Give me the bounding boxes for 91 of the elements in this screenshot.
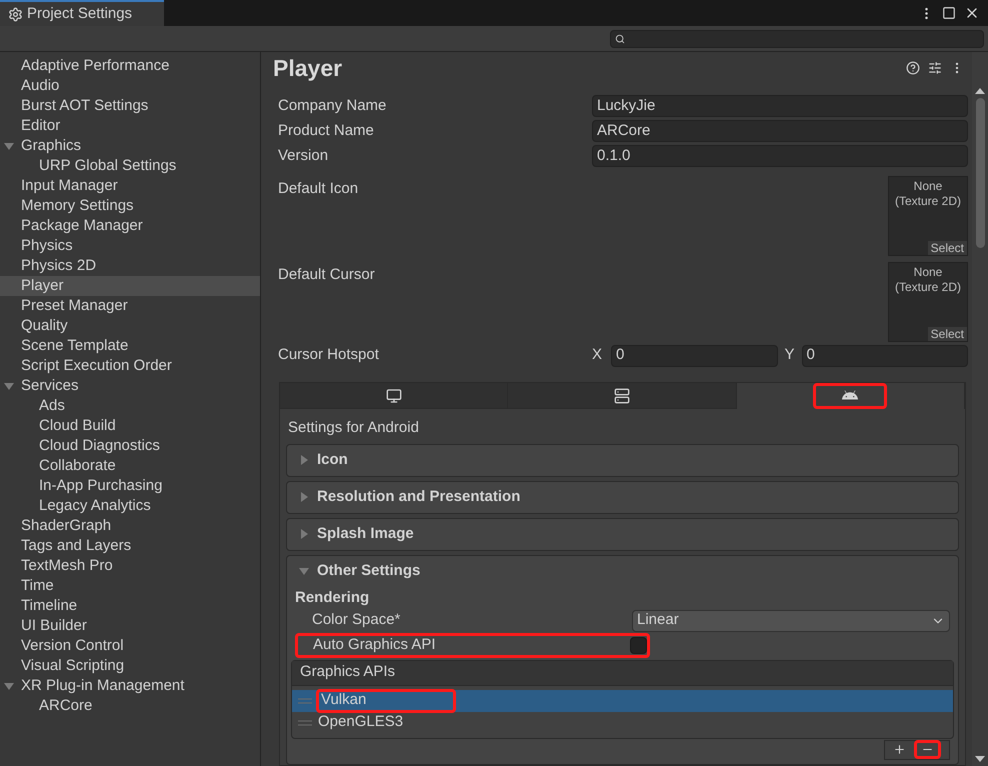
sidebar-item[interactable]: Cloud Build: [0, 416, 260, 436]
slot-value: None (Texture 2D): [894, 265, 962, 295]
field-label: Color Space*: [312, 610, 402, 630]
scroll-down-icon[interactable]: [975, 756, 985, 762]
gear-icon: [8, 6, 23, 22]
select-button[interactable]: Select: [928, 327, 967, 341]
expanded-arrow-icon[interactable]: [4, 141, 14, 151]
window-tab[interactable]: Project Settings: [0, 0, 164, 26]
sidebar-item[interactable]: Physics: [0, 236, 260, 256]
sidebar-item[interactable]: Adaptive Performance: [0, 56, 260, 76]
texture-slot[interactable]: None (Texture 2D) Select: [888, 176, 968, 256]
checkbox[interactable]: [630, 636, 647, 654]
select-button[interactable]: Select: [928, 241, 967, 255]
section-header[interactable]: Resolution and Presentation: [287, 482, 958, 512]
sidebar-item[interactable]: ARCore: [0, 696, 260, 716]
text-field[interactable]: 0.1.0: [592, 145, 968, 167]
sidebar-item[interactable]: Preset Manager: [0, 296, 260, 316]
sidebar-item[interactable]: Cloud Diagnostics: [0, 436, 260, 456]
drag-handle-icon[interactable]: [298, 720, 312, 726]
add-icon[interactable]: [893, 743, 906, 756]
sidebar-item[interactable]: Scene Template: [0, 336, 260, 356]
sidebar-item[interactable]: Collaborate: [0, 456, 260, 476]
sidebar-item[interactable]: Player: [0, 276, 260, 296]
number-field[interactable]: 0: [611, 344, 778, 366]
scrollbar[interactable]: [972, 52, 988, 766]
drag-handle-icon[interactable]: [298, 698, 312, 704]
section-header[interactable]: Splash Image: [287, 518, 958, 550]
sidebar-item[interactable]: Tags and Layers: [0, 536, 260, 556]
sidebar-item[interactable]: Input Manager: [0, 176, 260, 196]
sidebar-item[interactable]: Version Control: [0, 636, 260, 656]
sidebar-item[interactable]: ShaderGraph: [0, 516, 260, 536]
axis-label: X: [592, 345, 604, 366]
field-label: Default Cursor: [278, 265, 375, 285]
window-title: Project Settings: [27, 4, 132, 24]
collapsed-arrow-icon[interactable]: [299, 492, 309, 502]
field-label: Version: [278, 146, 330, 166]
sidebar-item[interactable]: Burst AOT Settings: [0, 96, 260, 116]
sidebar-item[interactable]: TextMesh Pro: [0, 556, 260, 576]
number-field[interactable]: 0: [802, 344, 968, 366]
list-item[interactable]: OpenGLES3: [292, 712, 953, 734]
dropdown[interactable]: Linear: [632, 610, 950, 632]
platform-heading: Settings for Android: [287, 418, 420, 438]
sidebar-item[interactable]: In-App Purchasing: [0, 476, 260, 496]
collapsed-arrow-icon[interactable]: [299, 529, 309, 539]
monitor-icon: [386, 388, 402, 404]
sidebar-item[interactable]: Ads: [0, 396, 260, 416]
sidebar-item[interactable]: UI Builder: [0, 616, 260, 636]
sidebar-item[interactable]: URP Global Settings: [0, 156, 260, 176]
search-field[interactable]: [610, 30, 984, 48]
sidebar-item[interactable]: XR Plug-in Management: [0, 676, 260, 696]
section-header[interactable]: Other Settings: [287, 556, 958, 586]
sidebar-item[interactable]: Package Manager: [0, 216, 260, 236]
expanded-arrow-icon[interactable]: [299, 566, 309, 576]
sidebar-item[interactable]: Services: [0, 376, 260, 396]
group-heading: Rendering: [295, 588, 370, 608]
server-icon: [614, 388, 630, 404]
panel-title: Player: [273, 54, 342, 83]
list-header: Graphics APIs: [292, 660, 953, 686]
field-label: Default Icon: [278, 179, 358, 199]
list-item[interactable]: Vulkan: [292, 690, 953, 712]
sidebar-item[interactable]: Graphics: [0, 136, 260, 156]
search-icon: [615, 34, 625, 44]
sidebar-item[interactable]: Audio: [0, 76, 260, 96]
sidebar-item[interactable]: Time: [0, 576, 260, 596]
scroll-up-icon[interactable]: [975, 88, 985, 94]
slot-value: None (Texture 2D): [894, 179, 962, 209]
sidebar-item[interactable]: Visual Scripting: [0, 656, 260, 676]
sidebar-item[interactable]: Timeline: [0, 596, 260, 616]
text-field[interactable]: LuckyJie: [592, 95, 968, 117]
axis-label: Y: [783, 345, 796, 366]
expanded-arrow-icon[interactable]: [4, 681, 14, 691]
sidebar-item[interactable]: Physics 2D: [0, 256, 260, 276]
collapsed-arrow-icon[interactable]: [299, 455, 309, 465]
maximize-icon[interactable]: [942, 6, 956, 20]
field-label: Company Name: [278, 96, 388, 116]
help-icon[interactable]: [906, 61, 920, 75]
sidebar-item[interactable]: Editor: [0, 116, 260, 136]
expanded-arrow-icon[interactable]: [4, 381, 14, 391]
scroll-thumb[interactable]: [976, 98, 984, 248]
platform-tab[interactable]: [736, 383, 965, 409]
text-field[interactable]: ARCore: [592, 120, 968, 142]
sidebar-item[interactable]: Script Execution Order: [0, 356, 260, 376]
section-header[interactable]: Icon: [287, 444, 958, 476]
field-label: Product Name: [278, 120, 375, 141]
field-label: Cursor Hotspot: [278, 345, 380, 366]
sidebar-item[interactable]: Legacy Analytics: [0, 496, 260, 516]
texture-slot[interactable]: None (Texture 2D) Select: [888, 262, 968, 342]
sliders-icon[interactable]: [928, 61, 942, 75]
field-label: Auto Graphics API: [313, 634, 437, 655]
sidebar-item[interactable]: Memory Settings: [0, 196, 260, 216]
sidebar-item[interactable]: Quality: [0, 316, 260, 336]
